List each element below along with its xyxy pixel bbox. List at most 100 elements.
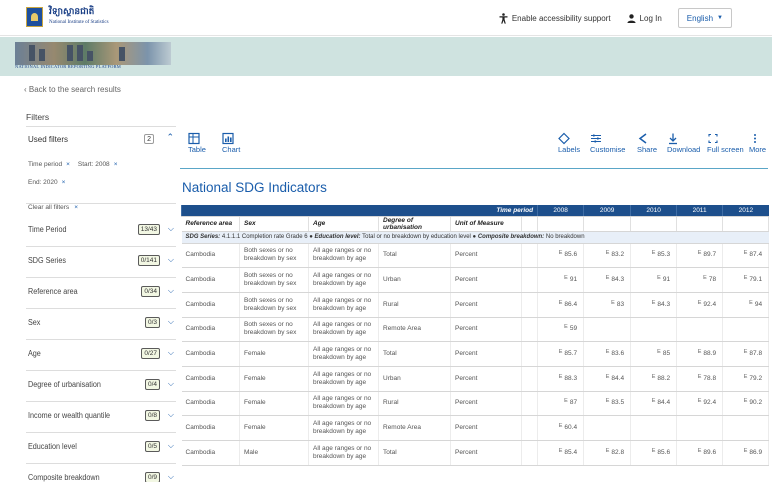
estimate-flag[interactable]: E [652,448,656,454]
chevron-up-icon[interactable]: ⌃ [166,132,174,143]
facet-sdg-series[interactable]: SDG Series 0/141 ⌵ [26,247,176,278]
value-text: 84.4 [611,374,625,382]
facet-time-period[interactable]: Time Period 13/43 ⌵ [26,216,176,247]
unit-cell: Percent [450,391,522,417]
estimate-flag[interactable]: E [611,300,615,306]
column-header[interactable]: Degree of urbanisation [378,216,451,232]
estimate-flag[interactable]: E [652,250,656,256]
login-link[interactable]: Log In [626,14,662,23]
estimate-flag[interactable]: E [698,374,702,380]
chevron-down-icon[interactable]: ⌵ [168,255,174,265]
estimate-flag[interactable]: E [749,300,753,306]
estimate-flag[interactable]: E [559,374,563,380]
table-row: Cambodia Both sexes or no breakdown by se… [181,292,770,318]
year-header[interactable]: 2010 [630,205,677,217]
filter-chip-start[interactable]: Start: 2008 × [78,161,118,168]
estimate-flag[interactable]: E [606,349,610,355]
estimate-flag[interactable]: E [744,349,748,355]
facet-income-quantile[interactable]: Income or wealth quantile 0/8 ⌵ [26,402,176,433]
facet-reference-area[interactable]: Reference area 0/34 ⌵ [26,278,176,309]
estimate-flag[interactable]: E [652,374,656,380]
estimate-flag[interactable]: E [559,423,563,429]
estimate-flag[interactable]: E [559,250,563,256]
language-selector[interactable]: English ▼ [677,8,732,28]
filter-chip-end[interactable]: End: 2020 × [28,179,65,186]
remove-chip-icon[interactable]: × [62,179,66,186]
estimate-flag[interactable]: E [606,398,610,404]
chevron-down-icon[interactable]: ⌵ [168,286,174,296]
year-header[interactable]: 2012 [722,205,769,217]
estimate-flag[interactable]: E [559,448,563,454]
estimate-flag[interactable]: E [744,275,748,281]
facet-count: 0/3 [144,317,160,328]
estimate-flag[interactable]: E [657,275,661,281]
estimate-flag[interactable]: E [744,448,748,454]
remove-chip-icon[interactable]: × [114,161,118,168]
column-header[interactable]: Sex [239,216,309,232]
column-header[interactable]: Reference area [181,216,240,232]
value-cell: E 82.8 [583,440,632,466]
back-to-results-link[interactable]: ‹ Back to the search results [24,85,121,94]
estimate-flag[interactable]: E [703,275,707,281]
estimate-flag[interactable]: E [744,250,748,256]
estimate-flag[interactable]: E [606,448,610,454]
year-header[interactable]: 2009 [583,205,631,217]
value-text: 91 [662,275,671,283]
estimate-flag[interactable]: E [564,275,568,281]
site-logo[interactable]: វិទ្យាស្ថានជាតិ National Institute of St… [49,8,109,26]
estimate-flag[interactable]: E [744,398,748,404]
value-text: 85.6 [564,251,578,259]
more-button[interactable]: More [749,132,766,154]
chevron-down-icon[interactable]: ⌵ [168,348,174,358]
chevron-down-icon[interactable]: ⌵ [168,224,174,234]
estimate-flag[interactable]: E [744,374,748,380]
chevron-down-icon[interactable]: ⌵ [168,410,174,420]
estimate-flag[interactable]: E [698,349,702,355]
estimate-flag[interactable]: E [698,398,702,404]
emblem-icon[interactable] [26,7,43,27]
chevron-down-icon[interactable]: ⌵ [168,317,174,327]
year-header[interactable]: 2008 [537,205,584,217]
facet-education-level[interactable]: Education level 0/5 ⌵ [26,433,176,464]
composite-value: No breakdown [545,234,585,240]
estimate-flag[interactable]: E [559,300,563,306]
estimate-flag[interactable]: E [657,349,661,355]
estimate-flag[interactable]: E [606,275,610,281]
facet-sex[interactable]: Sex 0/3 ⌵ [26,309,176,340]
filter-chip-time-period[interactable]: Time period × [28,161,70,168]
facet-age[interactable]: Age 0/27 ⌵ [26,340,176,371]
estimate-flag[interactable]: E [698,300,702,306]
chevron-down-icon[interactable]: ⌵ [168,472,174,482]
facet-count: 0/34 [141,286,160,297]
clear-all-filters-link[interactable]: Clear all filters × [28,204,78,211]
remove-chip-icon[interactable]: × [66,161,70,168]
chevron-down-icon[interactable]: ⌵ [168,379,174,389]
estimate-flag[interactable]: E [652,300,656,306]
accessibility-link[interactable]: Enable accessibility support [499,12,611,24]
facet-degree-of-urbanisation[interactable]: Degree of urbanisation 0/4 ⌵ [26,371,176,402]
estimate-flag[interactable]: E [698,250,702,256]
estimate-flag[interactable]: E [606,250,610,256]
facet-composite-breakdown[interactable]: Composite breakdown 0/9 ⌵ [26,464,176,482]
column-header[interactable]: Age [308,216,379,232]
urbanisation-cell: Urban [378,267,451,293]
facet-count: 0/5 [144,441,160,452]
share-button[interactable]: Share [637,132,657,154]
estimate-flag[interactable]: E [564,324,568,330]
customise-button[interactable]: Customise [590,132,625,154]
value-text: 79.2 [749,374,763,382]
estimate-flag[interactable]: E [698,448,702,454]
estimate-flag[interactable]: E [652,398,656,404]
year-header[interactable]: 2011 [676,205,723,217]
chevron-down-icon[interactable]: ⌵ [168,441,174,451]
column-header[interactable]: Unit of Measure [450,216,522,232]
estimate-flag[interactable]: E [606,374,610,380]
chart-view-button[interactable]: Chart [222,132,240,154]
table-view-button[interactable]: Table [188,132,206,154]
value-cell: E 88.2 [630,366,678,392]
download-button[interactable]: Download [667,132,700,154]
estimate-flag[interactable]: E [559,349,563,355]
estimate-flag[interactable]: E [564,398,568,404]
fullscreen-button[interactable]: Full screen [707,132,744,154]
labels-button[interactable]: Labels [558,132,580,154]
